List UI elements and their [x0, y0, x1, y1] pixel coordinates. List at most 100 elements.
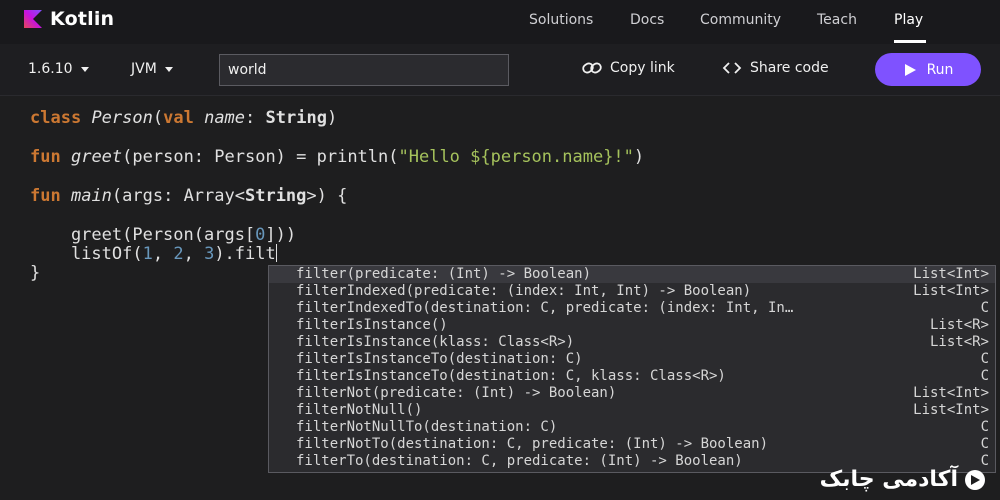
completion-signature: filterNotNull(): [296, 402, 423, 418]
code-token: :: [245, 108, 266, 128]
completion-signature: filterIndexedTo(destination: C, predicat…: [296, 300, 794, 316]
autocomplete-popup[interactable]: filter(predicate: (Int) -> Boolean) List<…: [268, 265, 996, 473]
text-cursor: [275, 244, 277, 262]
completion-return-type: C: [980, 436, 989, 452]
code-token: >) {: [306, 186, 348, 206]
code-token: ).filt: [214, 244, 276, 264]
code-token: ])): [265, 225, 297, 245]
kotlin-logo[interactable]: Kotlin: [24, 8, 114, 30]
active-nav-indicator: [894, 40, 926, 43]
completion-item[interactable]: filterIndexedTo(destination: C, predicat…: [269, 300, 995, 317]
code-token: greet(Person(args[: [30, 225, 256, 245]
chevron-down-icon: [164, 67, 173, 72]
completion-signature: filterIndexed(predicate: (index: Int, In…: [296, 283, 752, 299]
completion-item[interactable]: filterIsInstance() List<R>: [269, 317, 995, 334]
keyword: fun: [30, 186, 61, 206]
copy-link-label: Copy link: [610, 60, 675, 76]
code-line-3: fun main(args: Array<String>) {: [30, 186, 347, 206]
completion-return-type: C: [980, 300, 989, 316]
completion-return-type: List<R>: [929, 334, 989, 350]
code-token: (args: Array<: [111, 186, 245, 206]
completion-return-type: C: [980, 351, 989, 367]
completion-item[interactable]: filterNot(predicate: (Int) -> Boolean) Li…: [269, 385, 995, 402]
code-line-6: }: [30, 263, 41, 283]
nav-docs[interactable]: Docs: [630, 12, 664, 28]
watermark-text: آکادمی چابک: [819, 467, 958, 492]
completion-return-type: List<Int>: [913, 283, 989, 299]
keyword: fun: [30, 147, 61, 167]
run-label: Run: [926, 61, 954, 78]
nav-teach[interactable]: Teach: [817, 12, 857, 28]
code-brackets-icon: [722, 62, 742, 74]
completion-return-type: C: [980, 419, 989, 435]
top-navigation: Kotlin Solutions Docs Community Teach Pl…: [0, 0, 1000, 44]
completion-item[interactable]: filterIsInstanceTo(destination: C) C: [269, 351, 995, 368]
code-line-2: fun greet(person: Person) = println("Hel…: [30, 147, 644, 167]
completion-signature: filterNotTo(destination: C, predicate: (…: [296, 436, 769, 452]
number-literal: 1: [142, 244, 153, 264]
link-icon: [582, 62, 602, 74]
completion-item[interactable]: filterNotNull() List<Int>: [269, 402, 995, 419]
target-dropdown[interactable]: JVM: [131, 61, 173, 77]
completion-signature: filterIsInstanceTo(destination: C): [296, 351, 583, 367]
completion-signature: filterIsInstance(): [296, 317, 448, 333]
keyword: class: [30, 108, 82, 128]
completion-signature: filter(predicate: (Int) -> Boolean): [296, 266, 592, 282]
version-dropdown[interactable]: 1.6.10: [28, 61, 89, 77]
completion-signature: filterTo(destination: C, predicate: (Int…: [296, 453, 743, 469]
type-name: String: [265, 108, 327, 128]
playground-toolbar: 1.6.10 JVM Copy link Share code Run: [0, 44, 1000, 96]
completion-return-type: List<Int>: [913, 266, 989, 282]
play-icon: [904, 63, 916, 76]
code-line-4: greet(Person(args[0])): [30, 225, 296, 245]
completion-signature: filterIsInstanceTo(destination: C, klass…: [296, 368, 726, 384]
code-token: ): [633, 147, 645, 167]
code-line-1: class Person(val name: String): [30, 108, 337, 128]
version-label: 1.6.10: [28, 61, 73, 77]
type-name: String: [244, 186, 307, 206]
code-line-5: listOf(1, 2, 3).filt: [30, 244, 277, 264]
completion-item[interactable]: filterIsInstance(klass: Class<R>) List<R>: [269, 334, 995, 351]
function-name: greet: [70, 147, 123, 167]
number-literal: 0: [255, 225, 266, 245]
completion-item[interactable]: filter(predicate: (Int) -> Boolean) List<…: [269, 266, 995, 283]
completion-signature: filterNotNullTo(destination: C): [296, 419, 558, 435]
nav-community[interactable]: Community: [700, 12, 781, 28]
completion-item[interactable]: filterNotTo(destination: C, predicate: (…: [269, 436, 995, 453]
code-token: ): [326, 108, 338, 128]
completion-signature: filterNot(predicate: (Int) -> Boolean): [296, 385, 617, 401]
kotlin-logo-icon: [24, 10, 42, 28]
code-token: listOf(: [30, 244, 143, 264]
code-token: (person: Person) = println(: [122, 147, 399, 167]
string-literal: "Hello ${person.name}!": [398, 147, 634, 167]
number-literal: 3: [204, 244, 215, 264]
target-label: JVM: [131, 61, 157, 77]
keyword: val: [163, 108, 194, 128]
number-literal: 2: [173, 244, 184, 264]
share-code-button[interactable]: Share code: [722, 60, 829, 76]
code-token: (: [152, 108, 164, 128]
watermark-logo-icon: [965, 469, 985, 490]
completion-item[interactable]: filterIndexed(predicate: (index: Int, In…: [269, 283, 995, 300]
copy-link-button[interactable]: Copy link: [582, 60, 675, 76]
program-arguments-input[interactable]: [219, 54, 509, 86]
code-token: ,: [152, 244, 174, 264]
code-token: ,: [183, 244, 205, 264]
completion-item[interactable]: filterIsInstanceTo(destination: C, klass…: [269, 368, 995, 385]
completion-item[interactable]: filterNotNullTo(destination: C) C: [269, 419, 995, 436]
run-button[interactable]: Run: [875, 53, 981, 86]
function-name: main: [70, 186, 112, 206]
chevron-down-icon: [80, 67, 89, 72]
completion-return-type: List<R>: [929, 317, 989, 333]
nav-solutions[interactable]: Solutions: [529, 12, 593, 28]
completion-return-type: List<Int>: [913, 385, 989, 401]
completion-return-type: List<Int>: [913, 402, 989, 418]
class-name: Person: [91, 108, 153, 128]
completion-return-type: C: [980, 368, 989, 384]
nav-play[interactable]: Play: [894, 12, 923, 28]
logo-text: Kotlin: [50, 8, 115, 30]
